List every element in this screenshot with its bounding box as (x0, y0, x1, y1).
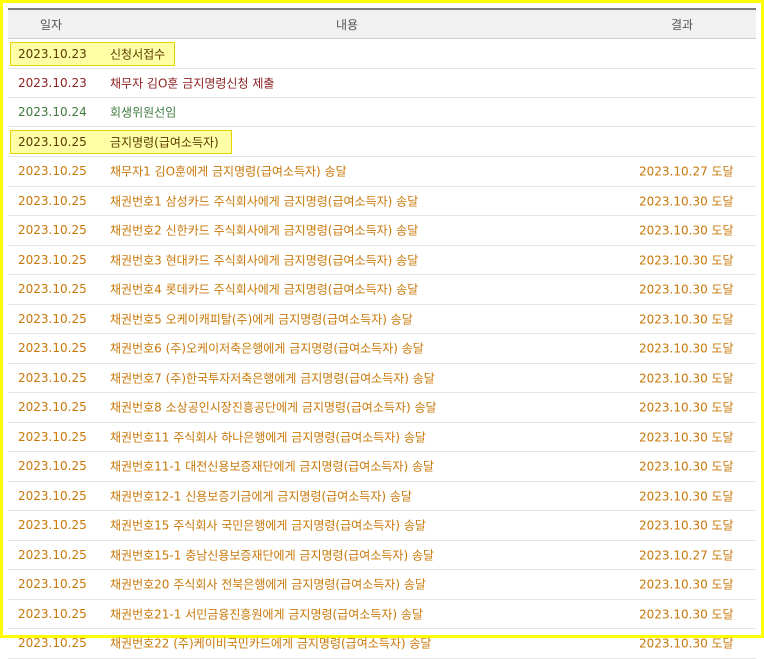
progress-table: 일자 내용 결과 2023.10.23 신청서접수 2023.10.23 채무자 김O… (8, 8, 756, 659)
row-date: 2023.10.25 (18, 164, 87, 179)
table-row: 2023.10.25 채권번호20 주식회사 전북은행에게 금지명령(급여소득자)… (8, 570, 756, 600)
row-content: 채권번호21-1 서민금융진흥원에게 금지명령(급여소득자) 송달 (110, 607, 424, 622)
row-result: 2023.10.30 도달 (639, 577, 734, 592)
row-date: 2023.10.25 (18, 370, 87, 385)
header-date: 일자 (40, 18, 63, 32)
row-date: 2023.10.25 (18, 577, 87, 592)
header-content: 내용 (336, 18, 359, 32)
table-row: 2023.10.25 채권번호4 롯데카드 주식회사에게 금지명령(급여소득자) … (8, 275, 756, 305)
table-row: 2023.10.25 채권번호2 신한카드 주식회사에게 금지명령(급여소득자) … (8, 216, 756, 246)
row-result: 2023.10.30 도달 (639, 282, 734, 297)
row-date: 2023.10.25 (18, 636, 87, 651)
row-result: 2023.10.30 도달 (639, 223, 734, 238)
row-result: 2023.10.30 도달 (639, 430, 734, 445)
row-content: 채권번호12-1 신용보증기금에게 금지명령(급여소득자) 송달 (110, 489, 412, 504)
row-content: 채권번호22 (주)케이비국민카드에게 금지명령(급여소득자) 송달 (110, 636, 432, 651)
case-progress-panel: 일자 내용 결과 2023.10.23 신청서접수 2023.10.23 채무자 김O… (0, 0, 764, 659)
row-result: 2023.10.30 도달 (639, 518, 734, 533)
row-result: 2023.10.30 도달 (639, 636, 734, 651)
row-date: 2023.10.25 (18, 518, 87, 533)
table-row: 2023.10.25 채권번호1 삼성카드 주식회사에게 금지명령(급여소득자) … (8, 187, 756, 216)
row-result: 2023.10.30 도달 (639, 459, 734, 474)
row-result: 2023.10.30 도달 (639, 489, 734, 504)
row-content: 금지명령(급여소득자) (110, 135, 219, 149)
table-row: 2023.10.24 회생위원선임 (8, 98, 756, 127)
row-result: 2023.10.30 도달 (639, 253, 734, 268)
row-content: 채권번호11 주식회사 하나은행에게 금지명령(급여소득자) 송달 (110, 430, 426, 445)
table-row: 2023.10.25 채권번호11 주식회사 하나은행에게 금지명령(급여소득자)… (8, 423, 756, 452)
table-row: 2023.10.25 채권번호8 소상공인시장진흥공단에게 금지명령(급여소득자)… (8, 393, 756, 423)
table-header: 일자 내용 결과 (8, 8, 756, 39)
table-row: 2023.10.25 금지명령(급여소득자) (8, 127, 756, 157)
row-date: 2023.10.25 (18, 606, 87, 621)
row-content: 채권번호5 오케이캐피탈(주)에게 금지명령(급여소득자) 송달 (110, 312, 413, 327)
row-content: 채무자1 김O훈에게 금지명령(급여소득자) 송달 (110, 164, 347, 179)
row-date: 2023.10.25 (18, 282, 87, 297)
table-row: 2023.10.25 채권번호3 현대카드 주식회사에게 금지명령(급여소득자) … (8, 246, 756, 275)
table-row: 2023.10.25 채권번호15-1 충남신용보증재단에게 금지명령(급여소득자… (8, 541, 756, 570)
row-content: 채무자 김O훈 금지명령신청 제출 (110, 76, 275, 91)
row-date: 2023.10.25 (18, 223, 87, 238)
row-date: 2023.10.25 (18, 193, 87, 208)
row-date: 2023.10.25 (18, 134, 87, 149)
header-result: 결과 (671, 18, 694, 32)
row-result: 2023.10.27 도달 (639, 548, 734, 563)
table-row: 2023.10.25 채권번호6 (주)오케이저축은행에게 금지명령(급여소득자)… (8, 334, 756, 364)
row-date: 2023.10.23 (18, 46, 87, 61)
table-row: 2023.10.25 채권번호21-1 서민금융진흥원에게 금지명령(급여소득자)… (8, 600, 756, 629)
row-date: 2023.10.24 (18, 105, 87, 119)
row-content: 채권번호4 롯데카드 주식회사에게 금지명령(급여소득자) 송달 (110, 282, 419, 297)
row-result: 2023.10.27 도달 (639, 164, 734, 179)
table-row: 2023.10.25 채권번호15 주식회사 국민은행에게 금지명령(급여소득자)… (8, 511, 756, 541)
row-date: 2023.10.25 (18, 459, 87, 474)
row-result: 2023.10.30 도달 (639, 371, 734, 386)
table-body: 2023.10.23 신청서접수 2023.10.23 채무자 김O훈 금지명령신청 … (8, 39, 756, 659)
row-date: 2023.10.25 (18, 400, 87, 415)
row-result: 2023.10.30 도달 (639, 312, 734, 327)
row-date: 2023.10.25 (18, 341, 87, 356)
row-content: 채권번호3 현대카드 주식회사에게 금지명령(급여소득자) 송달 (110, 253, 419, 268)
row-date: 2023.10.25 (18, 547, 87, 562)
row-content: 채권번호11-1 대전신용보증재단에게 금지명령(급여소득자) 송달 (110, 459, 435, 474)
row-content: 채권번호8 소상공인시장진흥공단에게 금지명령(급여소득자) 송달 (110, 400, 437, 415)
table-row: 2023.10.25 채무자1 김O훈에게 금지명령(급여소득자) 송달 2023.… (8, 157, 756, 187)
row-content: 신청서접수 (110, 47, 166, 61)
row-date: 2023.10.25 (18, 488, 87, 503)
row-content: 채권번호6 (주)오케이저축은행에게 금지명령(급여소득자) 송달 (110, 341, 424, 356)
table-row: 2023.10.23 신청서접수 (8, 39, 756, 69)
row-content: 채권번호15-1 충남신용보증재단에게 금지명령(급여소득자) 송달 (110, 548, 435, 563)
row-content: 회생위원선임 (110, 105, 177, 120)
row-date: 2023.10.25 (18, 252, 87, 267)
table-row: 2023.10.25 채권번호5 오케이캐피탈(주)에게 금지명령(급여소득자) … (8, 305, 756, 334)
row-content: 채권번호20 주식회사 전북은행에게 금지명령(급여소득자) 송달 (110, 577, 426, 592)
row-date: 2023.10.25 (18, 311, 87, 326)
row-result: 2023.10.30 도달 (639, 400, 734, 415)
row-content: 채권번호15 주식회사 국민은행에게 금지명령(급여소득자) 송달 (110, 518, 426, 533)
row-result: 2023.10.30 도달 (639, 194, 734, 209)
row-date: 2023.10.23 (18, 76, 87, 90)
table-row: 2023.10.25 채권번호11-1 대전신용보증재단에게 금지명령(급여소득자… (8, 452, 756, 482)
row-result: 2023.10.30 도달 (639, 607, 734, 622)
table-row: 2023.10.25 채권번호12-1 신용보증기금에게 금지명령(급여소득자) … (8, 482, 756, 511)
row-content: 채권번호2 신한카드 주식회사에게 금지명령(급여소득자) 송달 (110, 223, 419, 238)
row-result: 2023.10.30 도달 (639, 341, 734, 356)
row-date: 2023.10.25 (18, 429, 87, 444)
row-content: 채권번호7 (주)한국투자저축은행에게 금지명령(급여소득자) 송달 (110, 371, 435, 386)
table-row: 2023.10.25 채권번호7 (주)한국투자저축은행에게 금지명령(급여소득자… (8, 364, 756, 393)
table-row: 2023.10.23 채무자 김O훈 금지명령신청 제출 (8, 69, 756, 98)
row-content: 채권번호1 삼성카드 주식회사에게 금지명령(급여소득자) 송달 (110, 194, 419, 209)
table-row: 2023.10.25 채권번호22 (주)케이비국민카드에게 금지명령(급여소득자… (8, 629, 756, 659)
